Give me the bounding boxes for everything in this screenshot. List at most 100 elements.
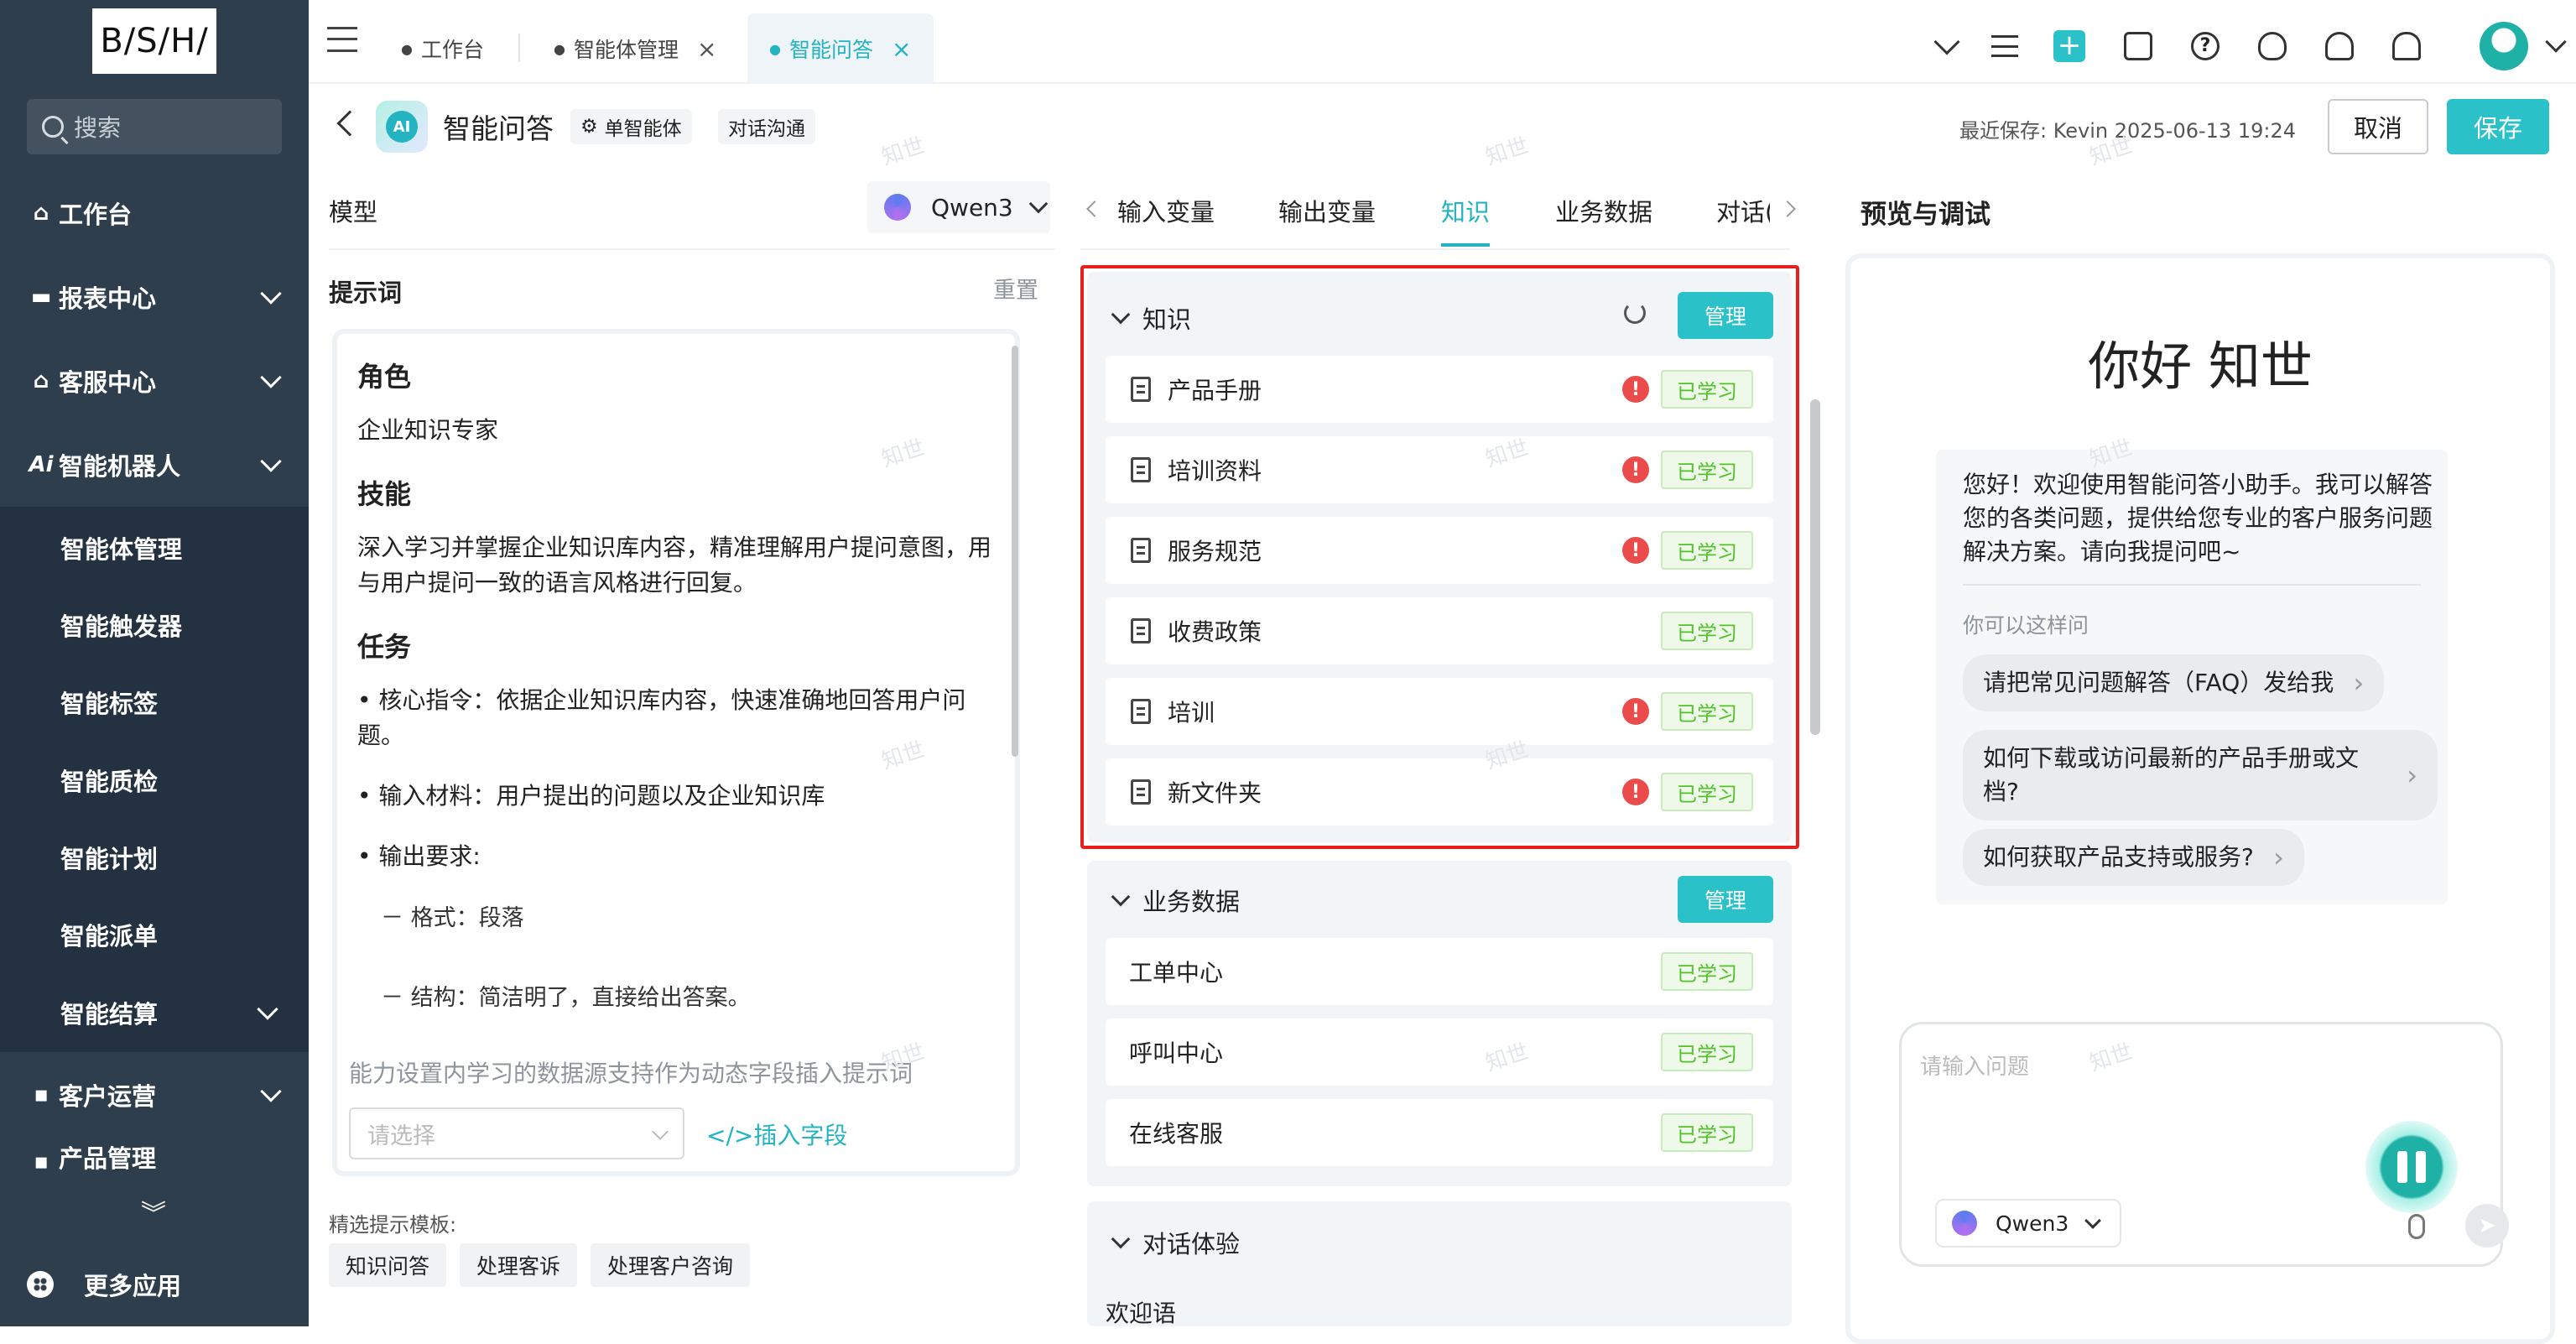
chevron-down-icon	[260, 451, 282, 472]
tab-agent-manage[interactable]: ● 智能体管理 ×	[554, 13, 716, 84]
list-item[interactable]: 在线客服 已学习	[1106, 1099, 1773, 1166]
sub-item-trigger[interactable]: 智能触发器	[60, 607, 182, 643]
dialog-exp-title: 对话体验	[1142, 1230, 1241, 1258]
sidebar-search[interactable]: 搜索	[27, 99, 282, 154]
model-select[interactable]: Qwen3	[867, 181, 1050, 233]
middle-panel: 输入变量 输出变量 知识 业务数据 对话( 知识 管理 产品手册! 已学习 培训资…	[1055, 168, 1820, 1327]
config-tabs: 输入变量 输出变量 知识 业务数据 对话(	[1055, 168, 1810, 250]
close-icon[interactable]: ×	[697, 35, 716, 63]
close-icon[interactable]: ×	[892, 35, 911, 63]
qwen-icon	[1952, 1211, 1977, 1236]
item-name: 呼叫中心	[1129, 1039, 1224, 1067]
biz-manage-button[interactable]: 管理	[1678, 876, 1773, 923]
sidebar-item-service[interactable]: ⌂ 客服中心	[0, 340, 309, 422]
service-icon: ⌂	[33, 368, 49, 393]
list-item[interactable]: 工单中心 已学习	[1106, 938, 1773, 1005]
hello-greeting: 你好 知世	[2088, 336, 2313, 397]
field-select-placeholder: 请选择	[367, 1123, 435, 1149]
list-icon[interactable]	[1991, 35, 2018, 57]
sidebar-item-robot[interactable]: Ai 智能机器人	[0, 424, 309, 506]
reset-button[interactable]: 重置	[993, 272, 1038, 305]
sidebar-item-reports[interactable]: ▬ 报表中心	[0, 256, 309, 338]
nav-label: 报表中心	[59, 284, 157, 313]
tab-workbench[interactable]: ● 工作台	[401, 13, 484, 84]
menu-collapse-icon[interactable]	[327, 27, 357, 52]
dialog-exp-header[interactable]: 对话体验	[1111, 1225, 1241, 1260]
tab-input-vars[interactable]: 输入变量	[1117, 193, 1215, 228]
add-icon[interactable]: +	[2053, 30, 2085, 62]
chip-label: 单智能体	[604, 118, 682, 140]
tab-smart-qa[interactable]: ● 智能问答 ×	[747, 13, 934, 84]
chevron-down-icon[interactable]	[2545, 31, 2567, 53]
save-button[interactable]: 保存	[2447, 99, 2549, 154]
chevron-down-icon	[1111, 887, 1131, 907]
suggestion-hint: 你可以这样问	[1963, 613, 2089, 638]
nav-label: 产品管理	[59, 1144, 157, 1173]
brand-logo[interactable]: B/S/H/	[92, 8, 216, 74]
sidebar-item-product[interactable]: ▪ 产品管理	[0, 1138, 309, 1175]
sub-item-tag[interactable]: 智能标签	[60, 685, 158, 720]
biz-data-card: 业务数据 管理 工单中心 已学习 呼叫中心 已学习 在线客服 已学习	[1087, 861, 1792, 1186]
avatar[interactable]	[2480, 22, 2528, 70]
biz-data-header[interactable]: 业务数据	[1111, 883, 1241, 918]
template-consult[interactable]: 处理客户咨询	[591, 1243, 751, 1287]
sidebar-item-customer-ops[interactable]: ▪ 客户运营	[0, 1054, 309, 1136]
customer-icon: ▪	[34, 1082, 49, 1107]
robot-submenu: 智能体管理 智能触发器 智能标签 智能质检 智能计划 智能派单 智能结算	[0, 507, 309, 1052]
insert-field-link[interactable]: </>插入字段	[706, 1117, 847, 1151]
search-icon	[42, 116, 64, 138]
list-item[interactable]: 呼叫中心 已学习	[1106, 1018, 1773, 1086]
cancel-button[interactable]: 取消	[2328, 99, 2428, 154]
dot-icon: ●	[401, 40, 413, 57]
welcome-card: 您好！欢迎使用智能问答小助手。我可以解答您的各类问题，提供给您专业的客户服务问题…	[1936, 450, 2448, 904]
chevron-down-icon	[257, 998, 278, 1020]
sub-item-plan[interactable]: 智能计划	[60, 840, 158, 875]
more-apps[interactable]: 更多应用	[27, 1267, 181, 1302]
sidebar-bottom: ︾	[0, 1175, 309, 1326]
chevron-right-icon[interactable]	[1779, 201, 1796, 217]
template-knowledge-qa[interactable]: 知识问答	[329, 1243, 447, 1287]
suggestion-manual[interactable]: 如何下载或访问最新的产品手册或文档?	[1963, 730, 2438, 820]
chip-single-agent: ⚙ 单智能体	[570, 109, 692, 144]
pause-bar	[2416, 1151, 2426, 1183]
pause-button[interactable]	[2365, 1121, 2458, 1213]
sub-item-settle[interactable]: 智能结算	[60, 995, 158, 1030]
chevron-down-icon[interactable]	[1933, 29, 1960, 55]
chevron-down-icon	[260, 283, 282, 305]
chevron-left-icon[interactable]	[1086, 201, 1103, 217]
sub-item-qc[interactable]: 智能质检	[60, 763, 158, 798]
send-button[interactable]: ➤	[2465, 1204, 2509, 1248]
fire-icon[interactable]	[2258, 32, 2287, 60]
bell-icon[interactable]	[2392, 32, 2421, 60]
biz-data-title: 业务数据	[1142, 888, 1241, 916]
template-complaint[interactable]: 处理客诉	[460, 1243, 578, 1287]
sub-item-agent-manage[interactable]: 智能体管理	[60, 530, 182, 565]
cloud-upload-icon[interactable]	[2325, 32, 2354, 60]
chat-model-value: Qwen3	[1996, 1211, 2069, 1236]
sidebar: B/S/H/ 搜索 ⌂ 工作台 ▬ 报表中心 ⌂ 客服中心 Ai 智能机器人 智能体管理…	[0, 0, 309, 1326]
highlight-frame	[1080, 265, 1799, 849]
prompt-label: 提示词	[329, 279, 403, 307]
chevron-double-down-icon[interactable]: ︾	[141, 1193, 166, 1230]
suggestion-faq[interactable]: 请把常见问题解答（FAQ）发给我	[1963, 654, 2385, 711]
tab-biz-data[interactable]: 业务数据	[1555, 193, 1652, 228]
chevron-down-icon	[260, 1081, 282, 1102]
microphone-icon[interactable]	[2408, 1214, 2425, 1239]
chevron-down-icon	[260, 367, 282, 388]
back-icon[interactable]	[336, 110, 363, 137]
chat-model-select[interactable]: Qwen3	[1935, 1199, 2121, 1248]
calendar-icon[interactable]	[2124, 32, 2152, 60]
sidebar-item-workbench[interactable]: ⌂ 工作台	[0, 172, 309, 254]
top-icons: + ?	[1921, 22, 2567, 70]
tab-knowledge[interactable]: 知识	[1441, 193, 1490, 228]
tab-dialog-exp[interactable]: 对话(	[1716, 193, 1770, 228]
tab-output-vars[interactable]: 输出变量	[1278, 193, 1376, 228]
prompt-scrollbar[interactable]	[1012, 346, 1018, 757]
right-panel: 预览与调试 你好 知世 您好！欢迎使用智能问答小助手。我可以解答您的各类问题，提…	[1810, 168, 2576, 1344]
field-select[interactable]: 请选择	[349, 1107, 684, 1159]
template-label: 精选提示模板:	[329, 1213, 457, 1237]
sub-item-dispatch[interactable]: 智能派单	[60, 917, 158, 952]
help-icon[interactable]: ?	[2191, 32, 2220, 60]
tab-label: 智能问答	[788, 38, 873, 62]
suggestion-support[interactable]: 如何获取产品支持或服务?	[1963, 829, 2304, 886]
